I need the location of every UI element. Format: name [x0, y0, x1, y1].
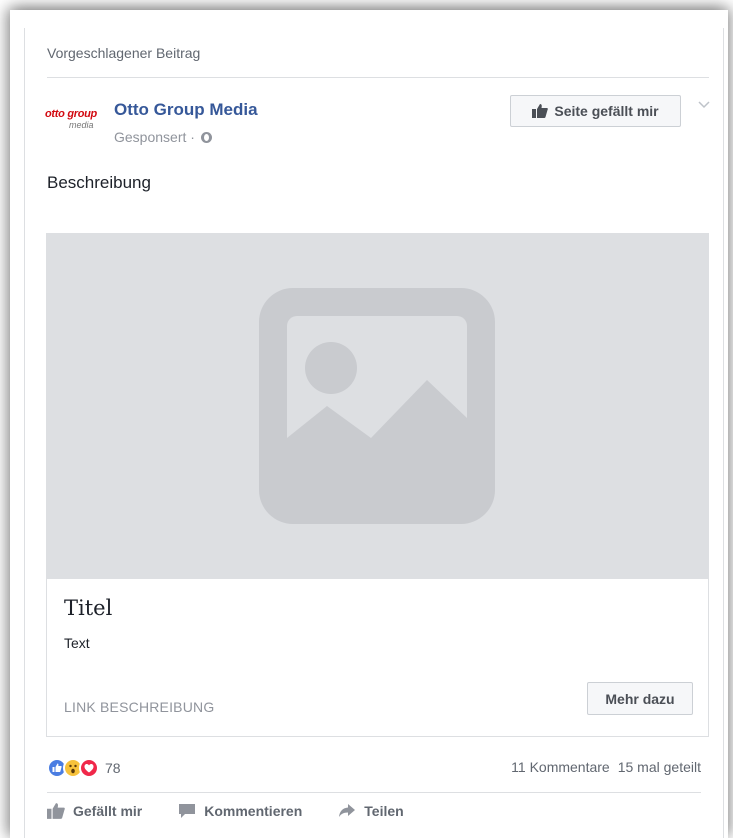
share-arrow-icon: [339, 804, 356, 817]
sponsored-post-card: Vorgeschlagener Beitrag otto group media…: [24, 28, 724, 838]
post-description: Beschreibung: [47, 173, 151, 192]
sponsored-label[interactable]: Gesponsert ·: [114, 129, 195, 145]
logo-text-sub: media: [69, 120, 94, 130]
like-page-button[interactable]: Seite gefällt mir: [510, 95, 681, 127]
comment-action-button[interactable]: Kommentieren: [178, 803, 302, 819]
like-page-label: Seite gefällt mir: [554, 103, 659, 119]
image-placeholder-icon: [259, 288, 495, 524]
engagement-stats: 11 Kommentare 15 mal geteilt: [511, 759, 701, 775]
link-preview[interactable]: Titel Text LINK BESCHREIBUNG Mehr dazu: [46, 579, 709, 737]
link-description: LINK BESCHREIBUNG: [64, 699, 215, 715]
share-action-label: Teilen: [364, 803, 404, 819]
post-actions: Gefällt mir Kommentieren Teilen: [47, 803, 404, 819]
link-text: Text: [64, 635, 90, 651]
post-meta: Gesponsert ·: [114, 129, 212, 145]
share-action-button[interactable]: Teilen: [338, 803, 404, 819]
suggested-post-label: Vorgeschlagener Beitrag: [47, 45, 201, 61]
divider: [47, 792, 701, 793]
reactions-summary[interactable]: 78: [47, 758, 121, 778]
page-logo[interactable]: otto group media: [45, 108, 97, 144]
thumbs-up-icon: [532, 104, 549, 118]
comment-action-label: Kommentieren: [204, 803, 303, 819]
love-reaction-icon: [79, 758, 99, 778]
link-title: Titel: [64, 596, 113, 620]
reaction-count[interactable]: 78: [105, 760, 121, 776]
learn-more-button[interactable]: Mehr dazu: [587, 682, 693, 715]
shares-count-link[interactable]: 15 mal geteilt: [618, 759, 701, 775]
comment-icon: [179, 804, 196, 818]
globe-icon: [200, 131, 212, 143]
like-action-button[interactable]: Gefällt mir: [47, 803, 142, 819]
like-action-label: Gefällt mir: [73, 803, 143, 819]
thumbs-up-icon: [47, 803, 65, 819]
chevron-down-icon[interactable]: [697, 98, 711, 112]
page-name-link[interactable]: Otto Group Media: [114, 100, 258, 120]
post-image-placeholder[interactable]: [46, 233, 709, 579]
logo-text-main: otto group: [45, 108, 97, 120]
comments-count-link[interactable]: 11 Kommentare: [511, 759, 610, 775]
divider: [47, 77, 709, 78]
